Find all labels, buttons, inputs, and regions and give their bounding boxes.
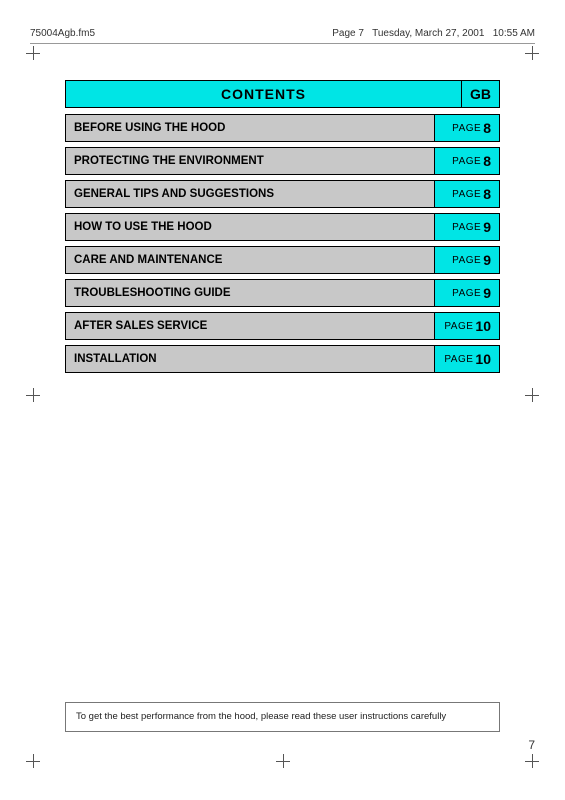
toc-row-label: PROTECTING THE ENVIRONMENT xyxy=(66,148,435,174)
toc-page-word: PAGE xyxy=(444,354,473,365)
toc-page-num: 10 xyxy=(475,351,491,367)
toc-page-num: 9 xyxy=(483,285,491,301)
toc-row: INSTALLATIONPAGE10 xyxy=(65,345,500,373)
toc-row: GENERAL TIPS AND SUGGESTIONSPAGE8 xyxy=(65,180,500,208)
content-area: CONTENTS GB BEFORE USING THE HOODPAGE8PR… xyxy=(65,80,500,378)
toc-row: CARE AND MAINTENANCEPAGE9 xyxy=(65,246,500,274)
toc-row-page: PAGE9 xyxy=(435,214,499,240)
toc-page-word: PAGE xyxy=(452,288,481,299)
toc-row-page: PAGE9 xyxy=(435,247,499,273)
toc-page-word: PAGE xyxy=(452,156,481,167)
toc-list: BEFORE USING THE HOODPAGE8PROTECTING THE… xyxy=(65,114,500,373)
toc-page-word: PAGE xyxy=(452,222,481,233)
toc-row-page: PAGE10 xyxy=(435,346,499,372)
toc-row: BEFORE USING THE HOODPAGE8 xyxy=(65,114,500,142)
toc-row-label: TROUBLESHOOTING GUIDE xyxy=(66,280,435,306)
toc-page-num: 10 xyxy=(475,318,491,334)
contents-title: CONTENTS xyxy=(65,80,461,108)
toc-row-label: GENERAL TIPS AND SUGGESTIONS xyxy=(66,181,435,207)
toc-page-word: PAGE xyxy=(452,123,481,134)
toc-row-page: PAGE10 xyxy=(435,313,499,339)
toc-row-page: PAGE8 xyxy=(435,181,499,207)
toc-row-page: PAGE8 xyxy=(435,115,499,141)
page-number: 7 xyxy=(528,738,535,752)
crosshair-bottom-right xyxy=(525,754,539,768)
toc-row-page: PAGE8 xyxy=(435,148,499,174)
toc-page-word: PAGE xyxy=(452,189,481,200)
toc-row: TROUBLESHOOTING GUIDEPAGE9 xyxy=(65,279,500,307)
toc-page-num: 9 xyxy=(483,252,491,268)
toc-page-num: 8 xyxy=(483,120,491,136)
toc-row-label: BEFORE USING THE HOOD xyxy=(66,115,435,141)
page: 75004Agb.fm5 Page 7 Tuesday, March 27, 2… xyxy=(0,0,565,800)
toc-row: AFTER SALES SERVICEPAGE10 xyxy=(65,312,500,340)
contents-gb-label: GB xyxy=(461,80,500,108)
toc-row-label: CARE AND MAINTENANCE xyxy=(66,247,435,273)
toc-page-word: PAGE xyxy=(444,321,473,332)
toc-page-num: 8 xyxy=(483,186,491,202)
crosshair-bottom-left xyxy=(26,754,40,768)
header-page-info: Page 7 Tuesday, March 27, 2001 10:55 AM xyxy=(332,28,535,39)
header-filename: 75004Agb.fm5 xyxy=(30,28,95,39)
footer-note: To get the best performance from the hoo… xyxy=(65,702,500,732)
toc-row-label: INSTALLATION xyxy=(66,346,435,372)
toc-page-word: PAGE xyxy=(452,255,481,266)
toc-row: PROTECTING THE ENVIRONMENTPAGE8 xyxy=(65,147,500,175)
crosshair-top-right xyxy=(525,46,539,60)
header-bar: 75004Agb.fm5 Page 7 Tuesday, March 27, 2… xyxy=(30,28,535,44)
crosshair-mid-left xyxy=(26,388,40,402)
contents-header-row: CONTENTS GB xyxy=(65,80,500,108)
toc-row: HOW TO USE THE HOODPAGE9 xyxy=(65,213,500,241)
toc-row-label: HOW TO USE THE HOOD xyxy=(66,214,435,240)
crosshair-top-left xyxy=(26,46,40,60)
toc-row-label: AFTER SALES SERVICE xyxy=(66,313,435,339)
toc-page-num: 9 xyxy=(483,219,491,235)
toc-row-page: PAGE9 xyxy=(435,280,499,306)
crosshair-bottom-center xyxy=(276,754,290,768)
toc-page-num: 8 xyxy=(483,153,491,169)
crosshair-mid-right xyxy=(525,388,539,402)
